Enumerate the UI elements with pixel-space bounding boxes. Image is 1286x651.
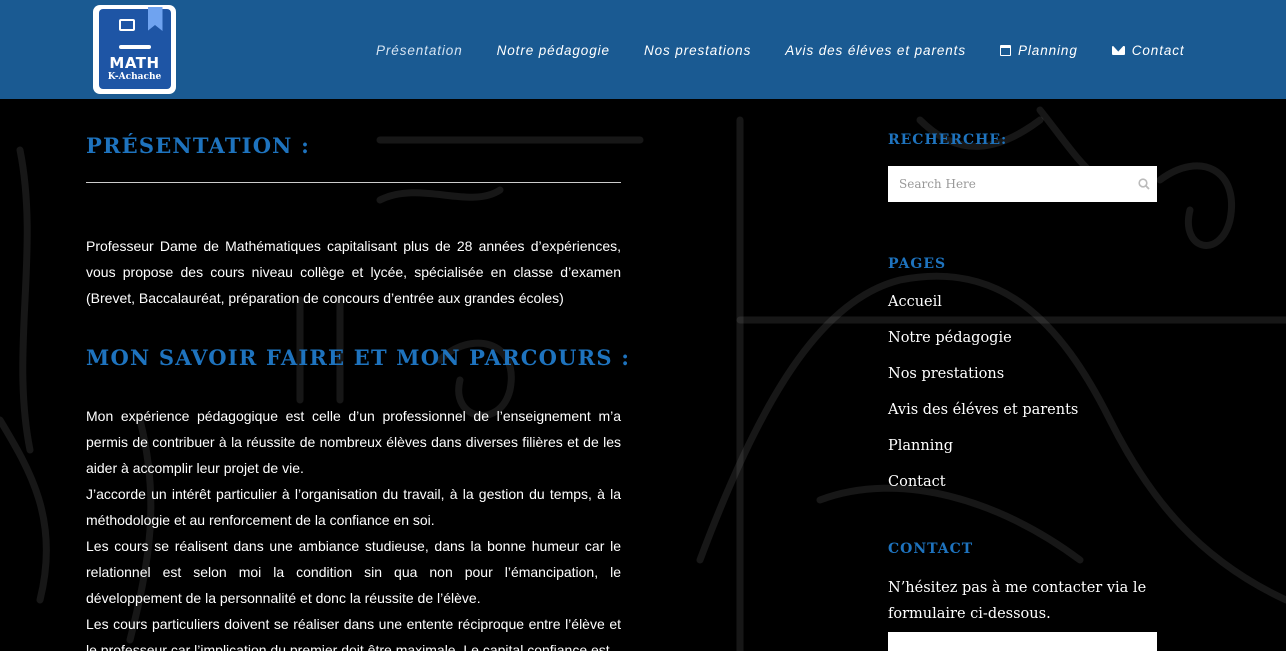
- contact-text: N’hésitez pas à me contacter via le form…: [888, 580, 1147, 622]
- nav-item-avis[interactable]: Avis des éléves et parents: [785, 40, 966, 60]
- contact-form-field[interactable]: [888, 632, 1157, 651]
- parcours-paragraph: J’accorde un intérêt particulier à l’org…: [86, 486, 621, 528]
- list-item: Notre pédagogie: [888, 326, 1078, 362]
- heading-presentation: PRÉSENTATION :: [86, 133, 311, 158]
- site-header: MATH K-Achache Présentation Notre pédago…: [0, 0, 1286, 99]
- nav-item-presentation[interactable]: Présentation: [376, 40, 463, 60]
- main-nav: Présentation Notre pédagogie Nos prestat…: [376, 40, 1219, 60]
- page-link-avis[interactable]: Avis des éléves et parents: [888, 402, 1078, 418]
- page-link-pedagogie[interactable]: Notre pédagogie: [888, 330, 1012, 346]
- logo-title: MATH: [109, 54, 160, 72]
- logo-divider: [118, 45, 151, 49]
- list-item: Contact: [888, 470, 1078, 506]
- nav-item-contact[interactable]: Contact: [1111, 40, 1185, 60]
- intro-paragraph: Professeur Dame de Mathématiques capital…: [86, 238, 621, 306]
- nav-item-prestations[interactable]: Nos prestations: [644, 40, 751, 60]
- nav-item-planning[interactable]: Planning: [999, 40, 1078, 60]
- logo-book: MATH K-Achache: [98, 7, 171, 89]
- nav-label: Notre pédagogie: [496, 42, 610, 58]
- page-link-planning[interactable]: Planning: [888, 438, 953, 454]
- list-item: Nos prestations: [888, 362, 1078, 398]
- logo-subtitle: K-Achache: [107, 72, 162, 82]
- list-item: Planning: [888, 434, 1078, 470]
- parcours-paragraph: Les cours particuliers doivent se réalis…: [86, 616, 621, 651]
- nav-item-pedagogie[interactable]: Notre pédagogie: [497, 40, 610, 60]
- contact-heading: CONTACT: [888, 541, 974, 557]
- list-item: Avis des éléves et parents: [888, 398, 1078, 434]
- site-logo[interactable]: MATH K-Achache: [93, 5, 176, 94]
- page-link-contact[interactable]: Contact: [888, 474, 946, 490]
- nav-label: Avis des éléves et parents: [785, 42, 966, 58]
- calendar-icon: [999, 44, 1011, 56]
- heading-savoir-faire: MON SAVOIR FAIRE ET MON PARCOURS :: [86, 345, 631, 370]
- parcours-paragraph: Mon expérience pédagogique est celle d’u…: [86, 408, 621, 476]
- bookmark-icon: [147, 7, 163, 31]
- search-icon[interactable]: [1131, 166, 1157, 202]
- list-item: Accueil: [888, 290, 1078, 326]
- search-form: [888, 166, 1157, 202]
- search-input[interactable]: [888, 166, 1131, 202]
- nav-label: Présentation: [376, 42, 463, 58]
- heading-divider: [86, 182, 621, 183]
- search-heading: RECHERCHE:: [888, 132, 1008, 148]
- pages-list: Accueil Notre pédagogie Nos prestations …: [888, 290, 1078, 506]
- parcours-paragraph: Les cours se réalisent dans une ambiance…: [86, 538, 621, 606]
- page-link-prestations[interactable]: Nos prestations: [888, 366, 1004, 382]
- nav-label: Contact: [1131, 42, 1185, 58]
- calculator-icon: [118, 19, 135, 31]
- nav-label: Nos prestations: [643, 42, 752, 58]
- pages-heading: PAGES: [888, 256, 947, 272]
- page-link-accueil[interactable]: Accueil: [888, 294, 942, 310]
- parcours-text: Mon expérience pédagogique est celle d’u…: [86, 403, 621, 651]
- nav-label: Planning: [1017, 42, 1078, 58]
- envelope-icon: [1111, 45, 1125, 55]
